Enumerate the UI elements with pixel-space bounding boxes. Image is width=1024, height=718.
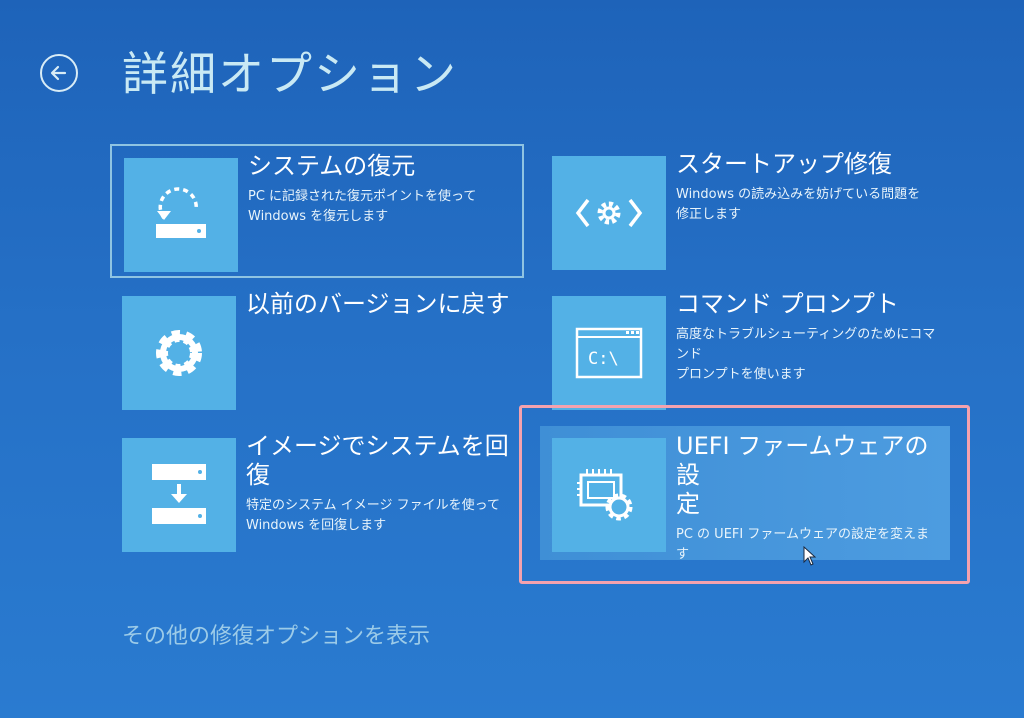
- command-prompt-tile[interactable]: C:\ コマンド プロンプト 高度なトラブルシューティングのためにコマンド プロ…: [540, 284, 954, 418]
- gear-icon: [122, 296, 236, 410]
- tile-title: イメージでシステムを回 復: [246, 432, 509, 489]
- back-button[interactable]: [40, 54, 78, 92]
- more-repair-options-link[interactable]: その他の修復オプションを表示: [122, 618, 430, 650]
- page-title: 詳細オプション: [122, 47, 458, 101]
- system-restore-tile[interactable]: システムの復元 PC に記録された復元ポイントを使って Windows を復元し…: [110, 144, 524, 278]
- command-prompt-icon: C:\: [552, 296, 666, 410]
- previous-version-tile[interactable]: 以前のバージョンに戻す: [110, 284, 524, 418]
- tile-title: 以前のバージョンに戻す: [246, 290, 510, 318]
- tile-description: PC に記録された復元ポイントを使って Windows を復元します: [248, 189, 477, 224]
- back-arrow-icon: [50, 65, 67, 81]
- system-image-icon: [122, 438, 236, 552]
- startup-repair-tile[interactable]: スタートアップ修復 Windows の読み込みを妨げている問題を 修正します: [540, 144, 954, 278]
- system-restore-icon: [124, 158, 238, 272]
- tile-title: コマンド プロンプト: [676, 290, 899, 318]
- tile-description: 特定のシステム イメージ ファイルを使って Windows を回復します: [246, 498, 500, 533]
- svg-text:C:\: C:\: [588, 349, 619, 369]
- highlight-frame: [519, 405, 970, 584]
- system-image-recovery-tile[interactable]: イメージでシステムを回 復 特定のシステム イメージ ファイルを使って Wind…: [110, 426, 524, 560]
- tile-title: スタートアップ修復: [676, 150, 892, 178]
- mouse-cursor-icon: [803, 546, 817, 566]
- tile-title: システムの復元: [248, 152, 416, 180]
- tile-description: Windows の読み込みを妨げている問題を 修正します: [676, 187, 921, 222]
- tile-description: 高度なトラブルシューティングのためにコマンド プロンプトを使います: [676, 327, 936, 382]
- startup-repair-icon: [552, 156, 666, 270]
